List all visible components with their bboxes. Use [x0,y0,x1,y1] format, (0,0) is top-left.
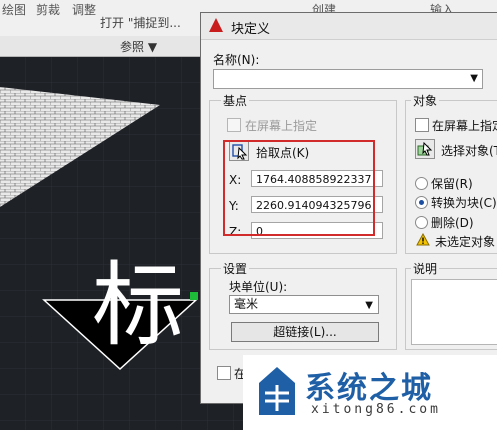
block-unit-label: 块单位(U): [229,280,288,294]
no-objects-warning: 未选定对象 [435,235,496,249]
ribbon-tab-draw[interactable]: 绘图 [2,1,26,18]
ribbon-tab-clip[interactable]: 剪裁 [36,1,60,18]
basepoint-group-label: 基点 [221,92,250,109]
ribbon-open-snap[interactable]: 打开 "捕捉到... [100,14,181,31]
watermark-url: xitong86.com [311,402,441,417]
open-in-editor-checkbox[interactable] [217,366,231,380]
hyperlink-button[interactable]: 超链接(L)... [231,322,379,342]
watermark: 系统之城 xitong86.com [243,355,497,430]
name-combo[interactable]: ▼ [213,69,483,89]
description-textarea[interactable] [411,279,497,345]
objects-onscreen-checkbox[interactable] [415,118,429,132]
block-unit-value: 毫米 [234,297,259,311]
text-object[interactable]: 标 [92,260,184,352]
dialog-title: 块定义 [231,22,271,37]
highlight-annotation-box [223,140,375,236]
autocad-logo-icon [209,18,223,32]
ribbon-tab-adjust[interactable]: 调整 [72,1,96,18]
block-unit-combo[interactable]: 毫米 ▼ [229,295,379,314]
warning-icon [416,233,430,246]
select-objects-button[interactable] [415,139,435,159]
convert-to-block-radio[interactable] [415,196,428,209]
chevron-down-icon[interactable]: ▼ [470,73,478,84]
objects-onscreen-label: 在屏幕上指定 [432,119,497,133]
delete-label: 删除(D) [431,216,474,230]
settings-group-label: 设置 [221,260,250,277]
block-definition-dialog: 块定义 名称(N): ▼ 基点 在屏幕上指定 拾取点(K) X: 1764.40… [200,12,497,404]
reference-panel-bar[interactable]: 参照 ▼ [0,36,200,57]
watermark-text: 系统之城 [305,371,433,406]
reference-panel-label[interactable]: 参照 ▼ [120,38,157,55]
description-group-label: 说明 [411,260,440,277]
grip-marker [190,292,198,300]
name-label: 名称(N): [213,53,260,67]
retain-radio[interactable] [415,177,428,190]
objects-group-label: 对象 [411,92,440,109]
chevron-down-icon[interactable]: ▼ [365,297,373,314]
convert-to-block-label: 转换为块(C) [431,196,497,210]
delete-radio[interactable] [415,216,428,229]
dialog-titlebar[interactable]: 块定义 [201,13,497,40]
select-objects-label: 选择对象(T) [441,144,497,158]
select-objects-icon [417,141,433,156]
watermark-logo-icon [259,367,295,415]
basepoint-onscreen-label: 在屏幕上指定 [245,119,318,133]
retain-label: 保留(R) [431,177,473,191]
basepoint-onscreen-checkbox[interactable] [227,118,241,132]
